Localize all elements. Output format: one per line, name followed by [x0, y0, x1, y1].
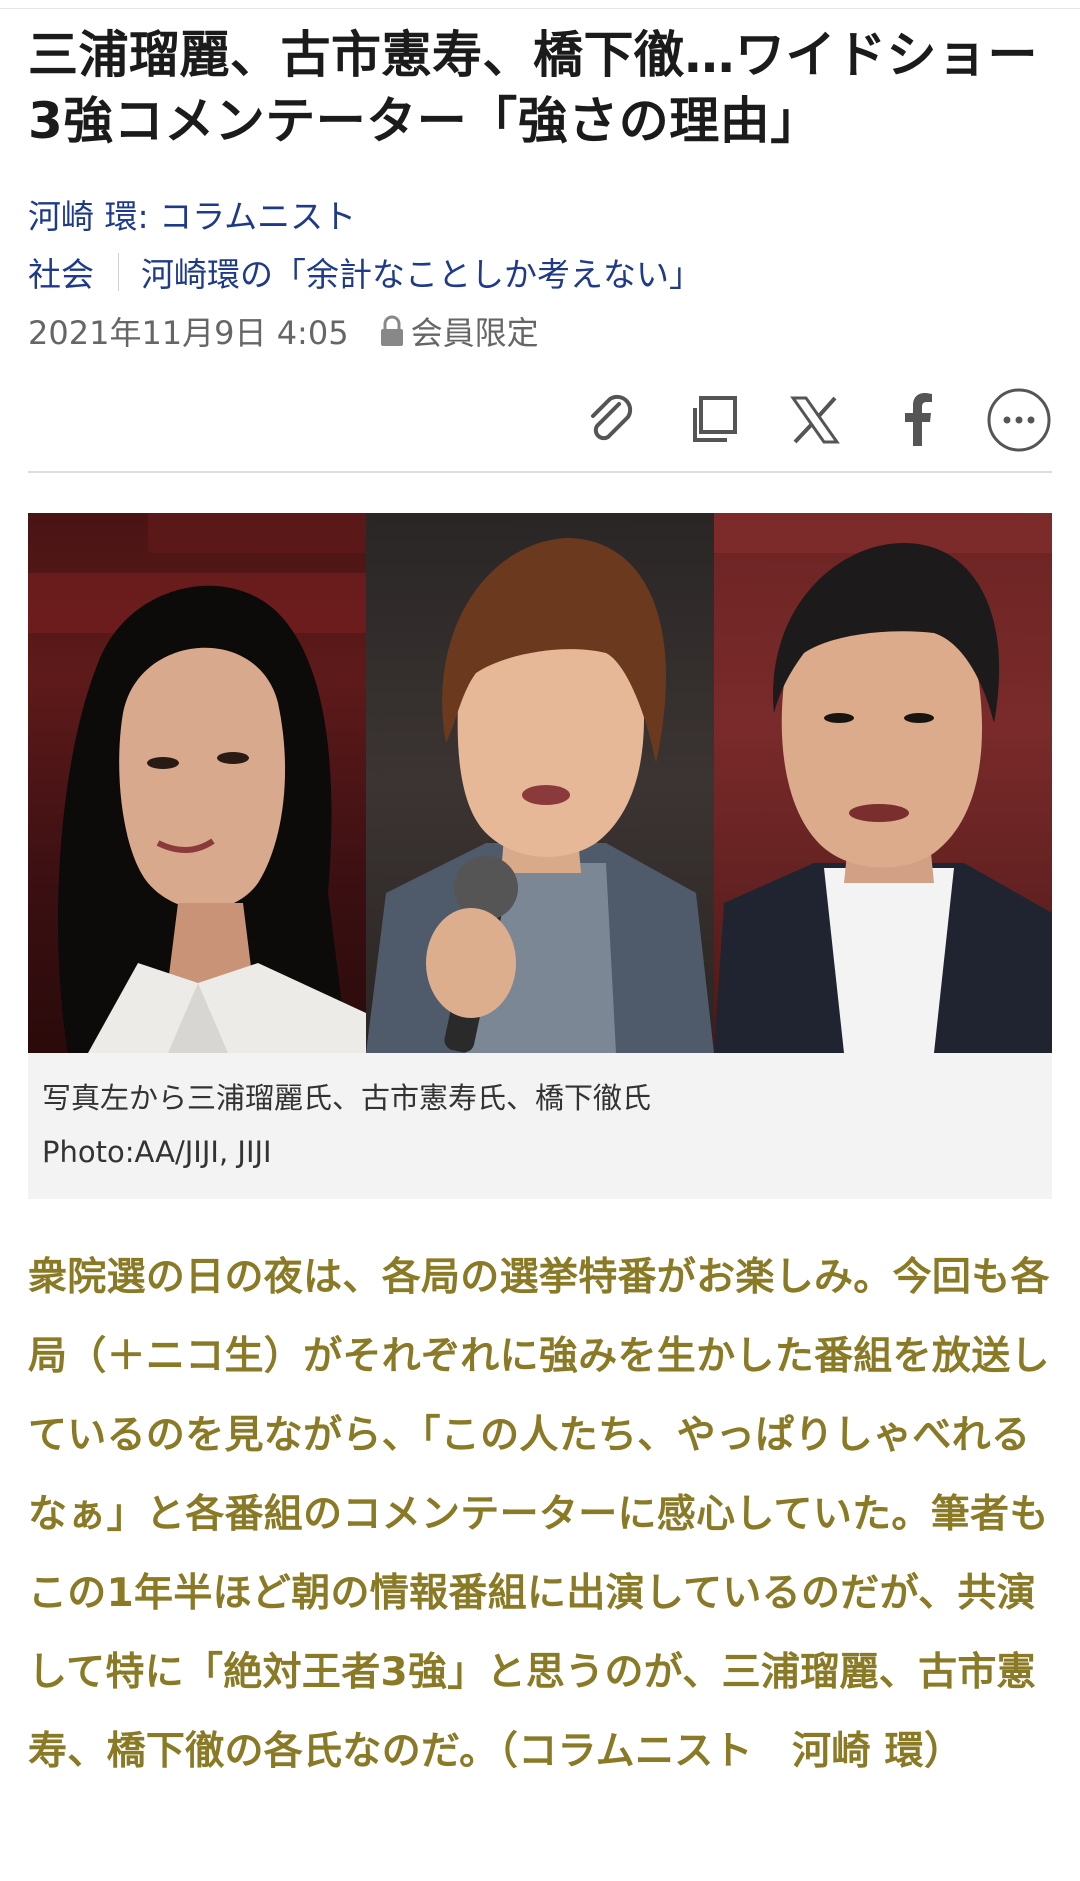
publish-date: 2021年11月9日 4:05	[28, 314, 349, 352]
photo-panel-center	[366, 513, 714, 1053]
copy-icon[interactable]	[678, 385, 748, 455]
photo-caption: 写真左から三浦瑠麗氏、古市憲寿氏、橋下徹氏 Photo:AA/JIJI, JIJ…	[28, 1053, 1052, 1199]
photo-panel-right	[714, 513, 1052, 1053]
article-photo	[28, 513, 1052, 1053]
category-divider	[118, 253, 119, 291]
article-meta: 2021年11月9日 4:05 会員限定	[28, 308, 539, 354]
series-link[interactable]: 河崎環の「余計なことしか考えない」	[141, 248, 702, 296]
x-icon[interactable]	[780, 385, 850, 455]
article-title: 三浦瑠麗、古市憲寿、橋下徹…ワイドショー3強コメンテーター「強さの理由」	[28, 26, 1038, 150]
lock-icon	[379, 315, 405, 347]
category-row: 社会 河崎環の「余計なことしか考えない」	[28, 248, 702, 296]
top-border	[0, 0, 1080, 9]
share-bar	[544, 385, 1054, 455]
facebook-icon[interactable]	[882, 385, 952, 455]
members-only-label: 会員限定	[410, 314, 539, 352]
more-icon[interactable]	[984, 385, 1054, 455]
caption-text: 写真左から三浦瑠麗氏、古市憲寿氏、橋下徹氏	[42, 1081, 652, 1115]
author-link[interactable]: 河崎 環: コラムニスト	[28, 190, 356, 238]
photo-credit: Photo:AA/JIJI, JIJI	[42, 1135, 272, 1169]
lead-paragraph: 衆院選の日の夜は、各局の選挙特番がお楽しみ。今回も各局（＋ニコ生）がそれぞれに強…	[28, 1255, 1050, 1774]
photo-panel-left	[28, 513, 366, 1053]
category-link[interactable]: 社会	[28, 248, 94, 296]
header-divider	[28, 471, 1052, 473]
paperclip-icon[interactable]	[576, 385, 646, 455]
